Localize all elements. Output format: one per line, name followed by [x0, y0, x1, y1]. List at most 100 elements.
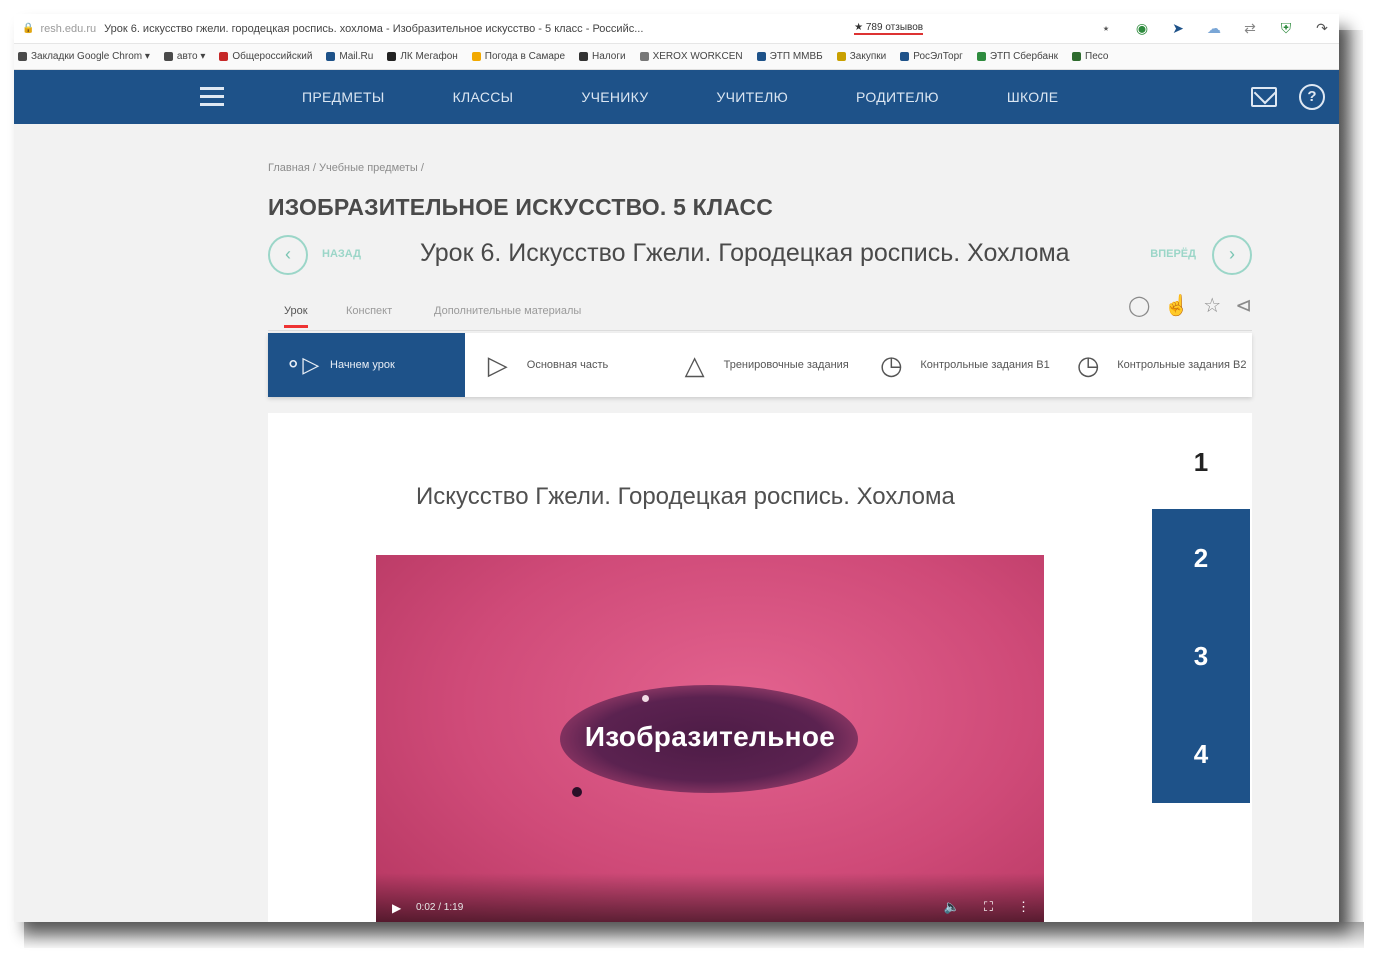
nav-item-classes[interactable]: КЛАССЫ: [453, 89, 514, 105]
shield-icon[interactable]: ⛨: [1277, 20, 1295, 37]
bookmark-label: авто ▾: [176, 51, 206, 62]
slide-number-1[interactable]: 1: [1152, 413, 1250, 509]
lesson-tabs: Урок Конспект Дополнительные материалы ◯…: [268, 293, 1252, 331]
comment-icon[interactable]: ◯: [1128, 293, 1150, 318]
stopwatch-icon: ◷: [1076, 349, 1100, 380]
video-caption: Изобразительное: [584, 721, 836, 752]
bookmark-favicon-icon: [18, 52, 27, 61]
prev-lesson-button[interactable]: ‹: [268, 235, 308, 275]
bookmark-item[interactable]: XEROX WORKCEN: [639, 51, 743, 62]
flask-icon: △: [684, 349, 705, 380]
bookmark-item[interactable]: ЭТП ММВБ: [756, 51, 823, 62]
page-title: ИЗОБРАЗИТЕЛЬНОЕ ИСКУССТВО. 5 КЛАСС: [268, 194, 774, 220]
paint-splash: [642, 695, 649, 702]
play-icon[interactable]: ▶: [392, 901, 401, 915]
bookmark-item[interactable]: ЛК Мегафон: [387, 51, 458, 62]
step-control-b1[interactable]: ◷ Контрольные задания В1: [858, 333, 1055, 397]
translate-icon[interactable]: ⇄: [1241, 20, 1259, 37]
tab-title: Урок 6. искусство гжели. городецкая росп…: [104, 22, 644, 35]
bookmark-label: ЭТП Сбербанк: [989, 51, 1058, 62]
video-controls: ▶ 0:02 / 1:19 🔈 ⛶ ⋮: [376, 873, 1044, 922]
bookmark-label: Погода в Самаре: [484, 51, 566, 62]
breadcrumb[interactable]: Главная / Учебные предметы /: [268, 162, 1252, 174]
help-icon[interactable]: ?: [1299, 84, 1325, 110]
bookmark-label: Песо: [1085, 51, 1109, 62]
bookmark-favicon-icon: [387, 52, 397, 61]
nav-item-student[interactable]: УЧЕНИКУ: [581, 89, 648, 105]
bookmark-favicon-icon: [163, 52, 173, 61]
reviews-badge[interactable]: ★ 789 отзывов: [854, 22, 924, 35]
site-header: ПРЕДМЕТЫ КЛАССЫ УЧЕНИКУ УЧИТЕЛЮ РОДИТЕЛЮ…: [14, 70, 1339, 124]
star-icon[interactable]: ☆: [1203, 293, 1221, 318]
step-label: Контрольные задания В1: [920, 359, 1050, 371]
lesson-title: Урок 6. Искусство Гжели. Городецкая росп…: [420, 239, 1070, 267]
slide-number-2[interactable]: 2: [1152, 509, 1250, 607]
step-label: Основная часть: [526, 359, 609, 371]
browser-window: 🔒 resh.edu.ru Урок 6. искусство гжели. г…: [14, 14, 1339, 922]
bookmark-favicon-icon: [756, 52, 766, 61]
bookmark-item[interactable]: ЭТП Сбербанк: [976, 51, 1058, 62]
step-label: Контрольные задания В2: [1117, 359, 1247, 371]
lesson-tools: ◯ ☝ ☆ ⊲: [1128, 293, 1252, 318]
bookmark-item[interactable]: Mail.Ru: [326, 51, 373, 62]
bookmark-favicon-icon: [976, 52, 986, 61]
like-icon[interactable]: ☝: [1164, 293, 1189, 318]
bookmark-item[interactable]: Закладки Google Chrom ▾: [18, 51, 150, 62]
cloud-icon[interactable]: ☁: [1205, 20, 1223, 37]
slide-heading: Искусство Гжели. Городецкая роспись. Хох…: [416, 483, 955, 510]
lesson-steps: ⚬▷ Начнем урок ▷ Основная часть △ Тренир…: [268, 333, 1252, 397]
video-player[interactable]: Изобразительное ▶ 0:02 / 1:19 🔈 ⛶ ⋮: [376, 555, 1044, 922]
step-start[interactable]: ⚬▷ Начнем урок: [268, 333, 465, 397]
bookmark-item[interactable]: авто ▾: [163, 51, 206, 62]
nav-item-teacher[interactable]: УЧИТЕЛЮ: [716, 89, 788, 105]
bookmark-favicon-icon: [326, 52, 336, 61]
opera-icon[interactable]: ◉: [1133, 20, 1151, 37]
bookmark-favicon-icon: [1072, 52, 1081, 61]
address-bar[interactable]: 🔒 resh.edu.ru Урок 6. искусство гжели. г…: [14, 14, 1339, 44]
next-lesson-label[interactable]: ВПЕРЁД: [1150, 248, 1196, 260]
bookmark-item[interactable]: Погода в Самаре: [471, 51, 566, 62]
nav-item-school[interactable]: ШКОЛЕ: [1007, 89, 1059, 105]
stopwatch-icon: ◷: [880, 349, 903, 380]
frame-shadow-bottom: [24, 922, 1364, 948]
mail-icon[interactable]: [1251, 87, 1277, 107]
bookmark-label: Закладки Google Chrom ▾: [31, 51, 150, 62]
next-lesson-button[interactable]: ›: [1212, 235, 1252, 275]
main-menu: ПРЕДМЕТЫ КЛАССЫ УЧЕНИКУ УЧИТЕЛЮ РОДИТЕЛЮ…: [302, 70, 1126, 124]
bookmark-favicon-icon: [219, 52, 229, 61]
play-doc-icon: ▷: [487, 349, 508, 380]
tab-extra-materials[interactable]: Дополнительные материалы: [434, 305, 581, 317]
slide-number-4[interactable]: 4: [1152, 705, 1250, 803]
share-icon[interactable]: ⊲: [1235, 293, 1252, 318]
fullscreen-icon[interactable]: ⛶: [984, 899, 993, 915]
bookmark-star-icon[interactable]: ⋆: [1097, 20, 1115, 37]
lesson-card: Искусство Гжели. Городецкая роспись. Хох…: [268, 413, 1252, 922]
bookmark-favicon-icon: [836, 52, 846, 61]
bookmark-item[interactable]: Общероссийский: [219, 51, 312, 62]
bookmark-label: РосЭлТорг: [913, 51, 963, 62]
bookmark-item[interactable]: РосЭлТорг: [900, 51, 963, 62]
bookmark-item[interactable]: Закупки: [836, 51, 886, 62]
bookmark-label: Общероссийский: [232, 51, 313, 62]
nav-item-parent[interactable]: РОДИТЕЛЮ: [856, 89, 939, 105]
bookmark-label: Налоги: [592, 51, 626, 62]
more-icon[interactable]: ⋮: [1017, 899, 1030, 915]
share-arrow-icon[interactable]: ↷: [1313, 20, 1331, 37]
telescope-icon: ⚬▷: [284, 352, 320, 377]
step-control-b2[interactable]: ◷ Контрольные задания В2: [1055, 333, 1252, 397]
tab-lesson[interactable]: Урок: [284, 305, 308, 328]
menu-icon[interactable]: [200, 87, 224, 107]
tab-summary[interactable]: Конспект: [346, 305, 392, 317]
slide-number-3[interactable]: 3: [1152, 607, 1250, 705]
bookmark-item[interactable]: Песо: [1072, 51, 1108, 62]
bookmark-label: ЭТП ММВБ: [769, 51, 823, 62]
step-main[interactable]: ▷ Основная часть: [465, 333, 662, 397]
nav-item-subjects[interactable]: ПРЕДМЕТЫ: [302, 89, 385, 105]
volume-icon[interactable]: 🔈: [944, 899, 960, 915]
bookmark-item[interactable]: Налоги: [579, 51, 626, 62]
arrow-icon[interactable]: ➤: [1169, 20, 1187, 37]
prev-lesson-label[interactable]: НАЗАД: [322, 248, 361, 260]
step-training[interactable]: △ Тренировочные задания: [662, 333, 859, 397]
bookmark-label: ЛК Мегафон: [400, 51, 458, 62]
url-text[interactable]: resh.edu.ru: [40, 23, 96, 35]
